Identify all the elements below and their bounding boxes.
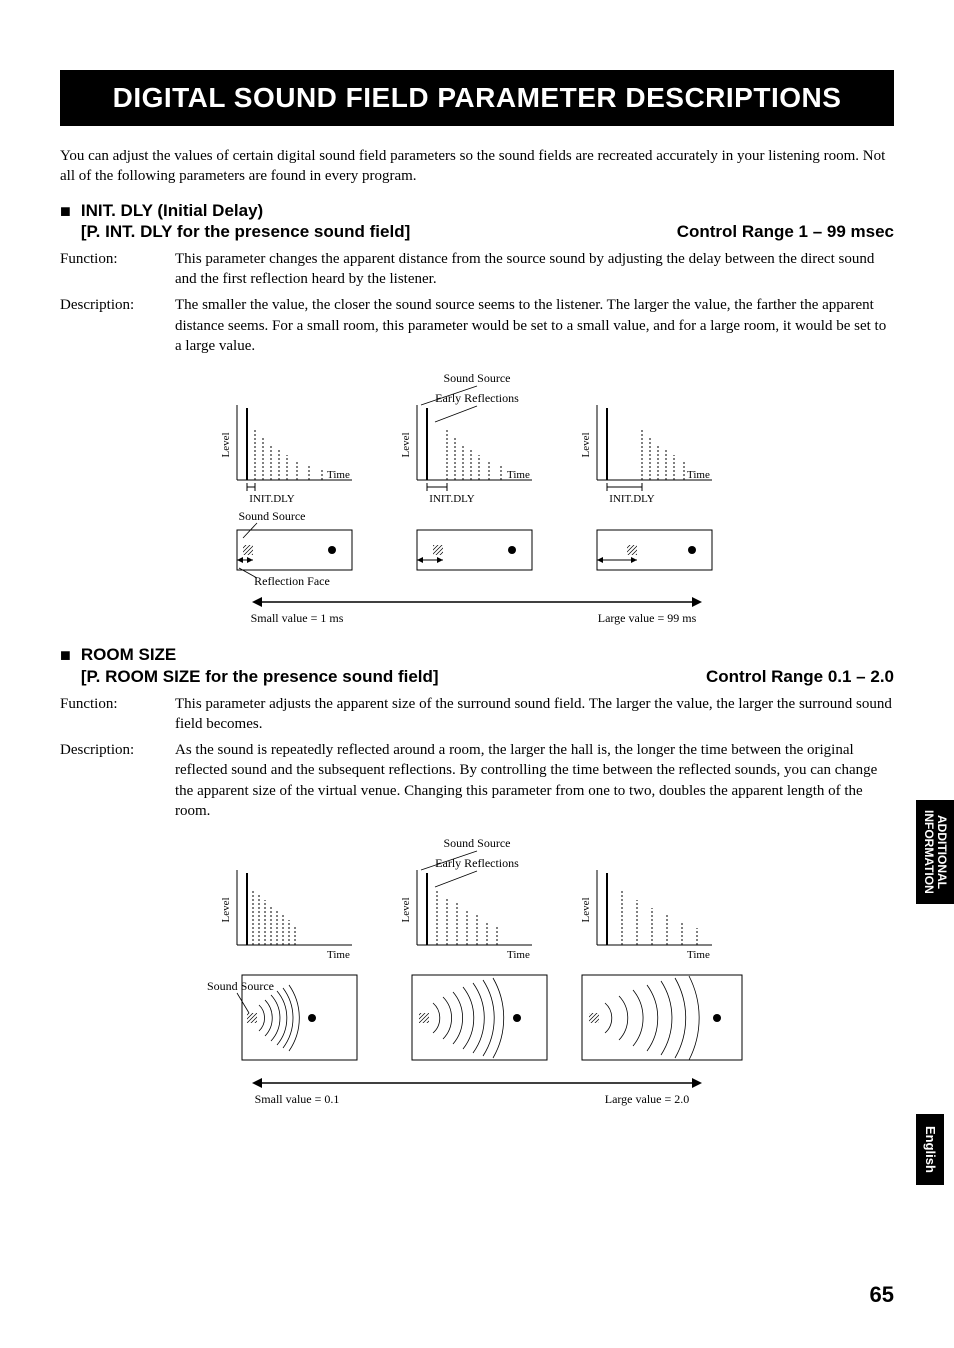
section-1-heading-line1: INIT. DLY (Initial Delay) bbox=[81, 201, 894, 221]
label-sound-source: Sound Source bbox=[444, 371, 511, 385]
page-number: 65 bbox=[870, 1282, 894, 1308]
function-text: This parameter adjusts the apparent size… bbox=[175, 694, 894, 735]
label-init-dly-1: INIT.DLY bbox=[249, 493, 294, 505]
description-text: The smaller the value, the closer the so… bbox=[175, 295, 894, 356]
room-2 bbox=[417, 530, 532, 570]
section-2-description: Description: As the sound is repeatedly … bbox=[60, 740, 894, 821]
label-large-value-1: Large value = 99 ms bbox=[598, 611, 697, 625]
axis-level-1: Level bbox=[220, 433, 232, 458]
rs-chart-1: Level Time bbox=[220, 870, 352, 961]
axis-level-3: Level bbox=[580, 433, 592, 458]
label-sound-source-2: Sound Source bbox=[239, 509, 306, 523]
chart-3: Level Time INIT.DLY bbox=[580, 405, 712, 505]
axis-time-3: Time bbox=[687, 469, 710, 481]
side-tab-additional-info: ADDITIONAL INFORMATION bbox=[916, 800, 954, 904]
function-label: Function: bbox=[60, 694, 175, 735]
section-1-heading-line2-right: Control Range 1 – 99 msec bbox=[677, 221, 894, 243]
section-2-heading-line1: ROOM SIZE bbox=[81, 645, 894, 665]
room-1 bbox=[237, 530, 352, 570]
rs-axis-time-3: Time bbox=[687, 949, 710, 961]
section-2-heading-line2-left: [P. ROOM SIZE for the presence sound fie… bbox=[81, 666, 439, 688]
description-label: Description: bbox=[60, 740, 175, 821]
label-small-value-2: Small value = 0.1 bbox=[255, 1092, 340, 1106]
rs-chart-2: Level Time bbox=[400, 870, 532, 961]
chart-2: Level Time INIT.DLY bbox=[400, 405, 532, 505]
page-title-bar: DIGITAL SOUND FIELD PARAMETER DESCRIPTIO… bbox=[60, 70, 894, 126]
rs-axis-level-1: Level bbox=[220, 898, 232, 923]
figure-init-dly: Sound Source Early Reflections Level Tim… bbox=[60, 370, 894, 635]
section-2-heading: ■ ROOM SIZE [P. ROOM SIZE for the presen… bbox=[60, 645, 894, 687]
rs-axis-time-1: Time bbox=[327, 949, 350, 961]
label-init-dly-3: INIT.DLY bbox=[609, 493, 654, 505]
page-title: DIGITAL SOUND FIELD PARAMETER DESCRIPTIO… bbox=[113, 82, 842, 113]
label-small-value-1: Small value = 1 ms bbox=[251, 611, 344, 625]
section-1-function: Function: This parameter changes the app… bbox=[60, 249, 894, 290]
description-label: Description: bbox=[60, 295, 175, 356]
label-sound-source-4: Sound Source bbox=[207, 979, 274, 993]
rs-axis-time-2: Time bbox=[507, 949, 530, 961]
label-large-value-2: Large value = 2.0 bbox=[605, 1092, 690, 1106]
intro-text: You can adjust the values of certain dig… bbox=[60, 146, 894, 187]
rs-room-3 bbox=[582, 975, 742, 1060]
rs-axis-level-3: Level bbox=[580, 898, 592, 923]
label-early-reflections-2: Early Reflections bbox=[435, 856, 519, 870]
section-1-heading: ■ INIT. DLY (Initial Delay) [P. INT. DLY… bbox=[60, 201, 894, 243]
function-label: Function: bbox=[60, 249, 175, 290]
side-tab-english: English bbox=[916, 1114, 944, 1185]
section-2-heading-line2-right: Control Range 0.1 – 2.0 bbox=[706, 666, 894, 688]
rs-room-2 bbox=[412, 975, 547, 1060]
label-sound-source-3: Sound Source bbox=[444, 836, 511, 850]
side-tabs: ADDITIONAL INFORMATION English bbox=[916, 800, 954, 1185]
room-3 bbox=[597, 530, 712, 570]
section-1-description: Description: The smaller the value, the … bbox=[60, 295, 894, 356]
page-content: DIGITAL SOUND FIELD PARAMETER DESCRIPTIO… bbox=[0, 0, 954, 1170]
axis-time-1: Time bbox=[327, 469, 350, 481]
figure-room-size: Sound Source Early Reflections Level Tim… bbox=[60, 835, 894, 1120]
label-reflection-face: Reflection Face bbox=[254, 574, 330, 588]
section-2-function: Function: This parameter adjusts the app… bbox=[60, 694, 894, 735]
label-init-dly-2: INIT.DLY bbox=[429, 493, 474, 505]
section-1-heading-line2-left: [P. INT. DLY for the presence sound fiel… bbox=[81, 221, 410, 243]
square-bullet-icon: ■ bbox=[60, 202, 71, 220]
function-text: This parameter changes the apparent dist… bbox=[175, 249, 894, 290]
axis-time-2: Time bbox=[507, 469, 530, 481]
square-bullet-icon: ■ bbox=[60, 646, 71, 664]
axis-level-2: Level bbox=[400, 433, 412, 458]
rs-axis-level-2: Level bbox=[400, 898, 412, 923]
description-text: As the sound is repeatedly reflected aro… bbox=[175, 740, 894, 821]
label-early-reflections-1: Early Reflections bbox=[435, 391, 519, 405]
rs-chart-3: Level Time bbox=[580, 870, 712, 961]
chart-1: Level Time INIT.DLY bbox=[220, 405, 352, 505]
